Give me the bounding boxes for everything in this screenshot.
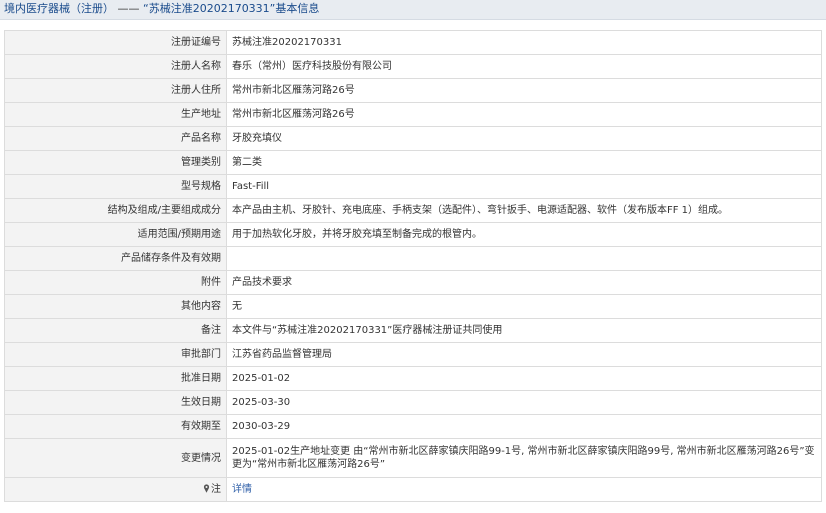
- row-label: 管理类别: [4, 150, 227, 175]
- table-row: 备注 本文件与“苏械注准20202170331”医疗器械注册证共同使用: [4, 318, 822, 343]
- row-value: 常州市新北区雁荡河路26号: [226, 78, 822, 103]
- row-label: 产品储存条件及有效期: [4, 246, 227, 271]
- table-row: 适用范围/预期用途 用于加热软化牙胶，并将牙胶充填至制备完成的根管内。: [4, 222, 822, 247]
- table-row: 其他内容 无: [4, 294, 822, 319]
- row-value: 2025-03-30: [226, 390, 822, 415]
- row-label: 适用范围/预期用途: [4, 222, 227, 247]
- row-value: 常州市新北区雁荡河路26号: [226, 102, 822, 127]
- table-row: 结构及组成/主要组成成分 本产品由主机、牙胶针、充电底座、手柄支架（选配件）、弯…: [4, 198, 822, 223]
- row-value: 无: [226, 294, 822, 319]
- row-value: 2025-01-02生产地址变更 由“常州市新北区薛家镇庆阳路99-1号, 常州…: [226, 438, 822, 478]
- breadcrumb-separator: ——: [114, 2, 143, 15]
- table-row: 管理类别 第二类: [4, 150, 822, 175]
- note-label-cell: 注: [4, 477, 227, 502]
- row-value: 2030-03-29: [226, 414, 822, 439]
- row-value: 本产品由主机、牙胶针、充电底座、手柄支架（选配件）、弯针扳手、电源适配器、软件（…: [226, 198, 822, 223]
- detail-table-wrapper: 注册证编号 苏械注准20202170331 注册人名称 春乐（常州）医疗科技股份…: [4, 30, 822, 502]
- pin-icon: [203, 484, 210, 493]
- row-label: 结构及组成/主要组成成分: [4, 198, 227, 223]
- row-value: 牙胶充填仪: [226, 126, 822, 151]
- table-row: 注册人住所 常州市新北区雁荡河路26号: [4, 78, 822, 103]
- page-title-bar: 境内医疗器械（注册） —— “苏械注准20202170331”基本信息: [0, 0, 826, 20]
- row-value: 用于加热软化牙胶，并将牙胶充填至制备完成的根管内。: [226, 222, 822, 247]
- row-label: 审批部门: [4, 342, 227, 367]
- row-value: [226, 246, 822, 271]
- table-row: 产品名称 牙胶充填仪: [4, 126, 822, 151]
- table-row: 有效期至 2030-03-29: [4, 414, 822, 439]
- row-label: 生效日期: [4, 390, 227, 415]
- detail-link[interactable]: 详情: [232, 484, 252, 495]
- row-label: 其他内容: [4, 294, 227, 319]
- note-label: 注: [211, 484, 221, 495]
- row-label: 注册人名称: [4, 54, 227, 79]
- row-label: 附件: [4, 270, 227, 295]
- row-value: 本文件与“苏械注准20202170331”医疗器械注册证共同使用: [226, 318, 822, 343]
- table-row: 生产地址 常州市新北区雁荡河路26号: [4, 102, 822, 127]
- row-value: 产品技术要求: [226, 270, 822, 295]
- row-value: 江苏省药品监督管理局: [226, 342, 822, 367]
- row-label: 注册人住所: [4, 78, 227, 103]
- note-value-cell: 详情: [226, 477, 822, 502]
- table-row: 变更情况 2025-01-02生产地址变更 由“常州市新北区薛家镇庆阳路99-1…: [4, 438, 822, 478]
- record-title: “苏械注准20202170331”基本信息: [143, 2, 320, 15]
- row-label: 批准日期: [4, 366, 227, 391]
- row-value: 2025-01-02: [226, 366, 822, 391]
- table-row: 批准日期 2025-01-02: [4, 366, 822, 391]
- row-label: 产品名称: [4, 126, 227, 151]
- row-label: 备注: [4, 318, 227, 343]
- row-value: 苏械注准20202170331: [226, 30, 822, 55]
- row-value: Fast-Fill: [226, 174, 822, 199]
- breadcrumb-link[interactable]: 境内医疗器械（注册）: [4, 2, 114, 15]
- table-row: 生效日期 2025-03-30: [4, 390, 822, 415]
- table-row-note: 注 详情: [4, 477, 822, 502]
- table-row: 审批部门 江苏省药品监督管理局: [4, 342, 822, 367]
- row-label: 变更情况: [4, 438, 227, 478]
- row-value: 第二类: [226, 150, 822, 175]
- row-label: 注册证编号: [4, 30, 227, 55]
- table-row: 型号规格 Fast-Fill: [4, 174, 822, 199]
- row-value: 春乐（常州）医疗科技股份有限公司: [226, 54, 822, 79]
- row-label: 有效期至: [4, 414, 227, 439]
- table-row: 附件 产品技术要求: [4, 270, 822, 295]
- table-row: 注册人名称 春乐（常州）医疗科技股份有限公司: [4, 54, 822, 79]
- row-label: 型号规格: [4, 174, 227, 199]
- table-row: 产品储存条件及有效期: [4, 246, 822, 271]
- detail-table: 注册证编号 苏械注准20202170331 注册人名称 春乐（常州）医疗科技股份…: [4, 30, 822, 502]
- table-row: 注册证编号 苏械注准20202170331: [4, 30, 822, 55]
- row-label: 生产地址: [4, 102, 227, 127]
